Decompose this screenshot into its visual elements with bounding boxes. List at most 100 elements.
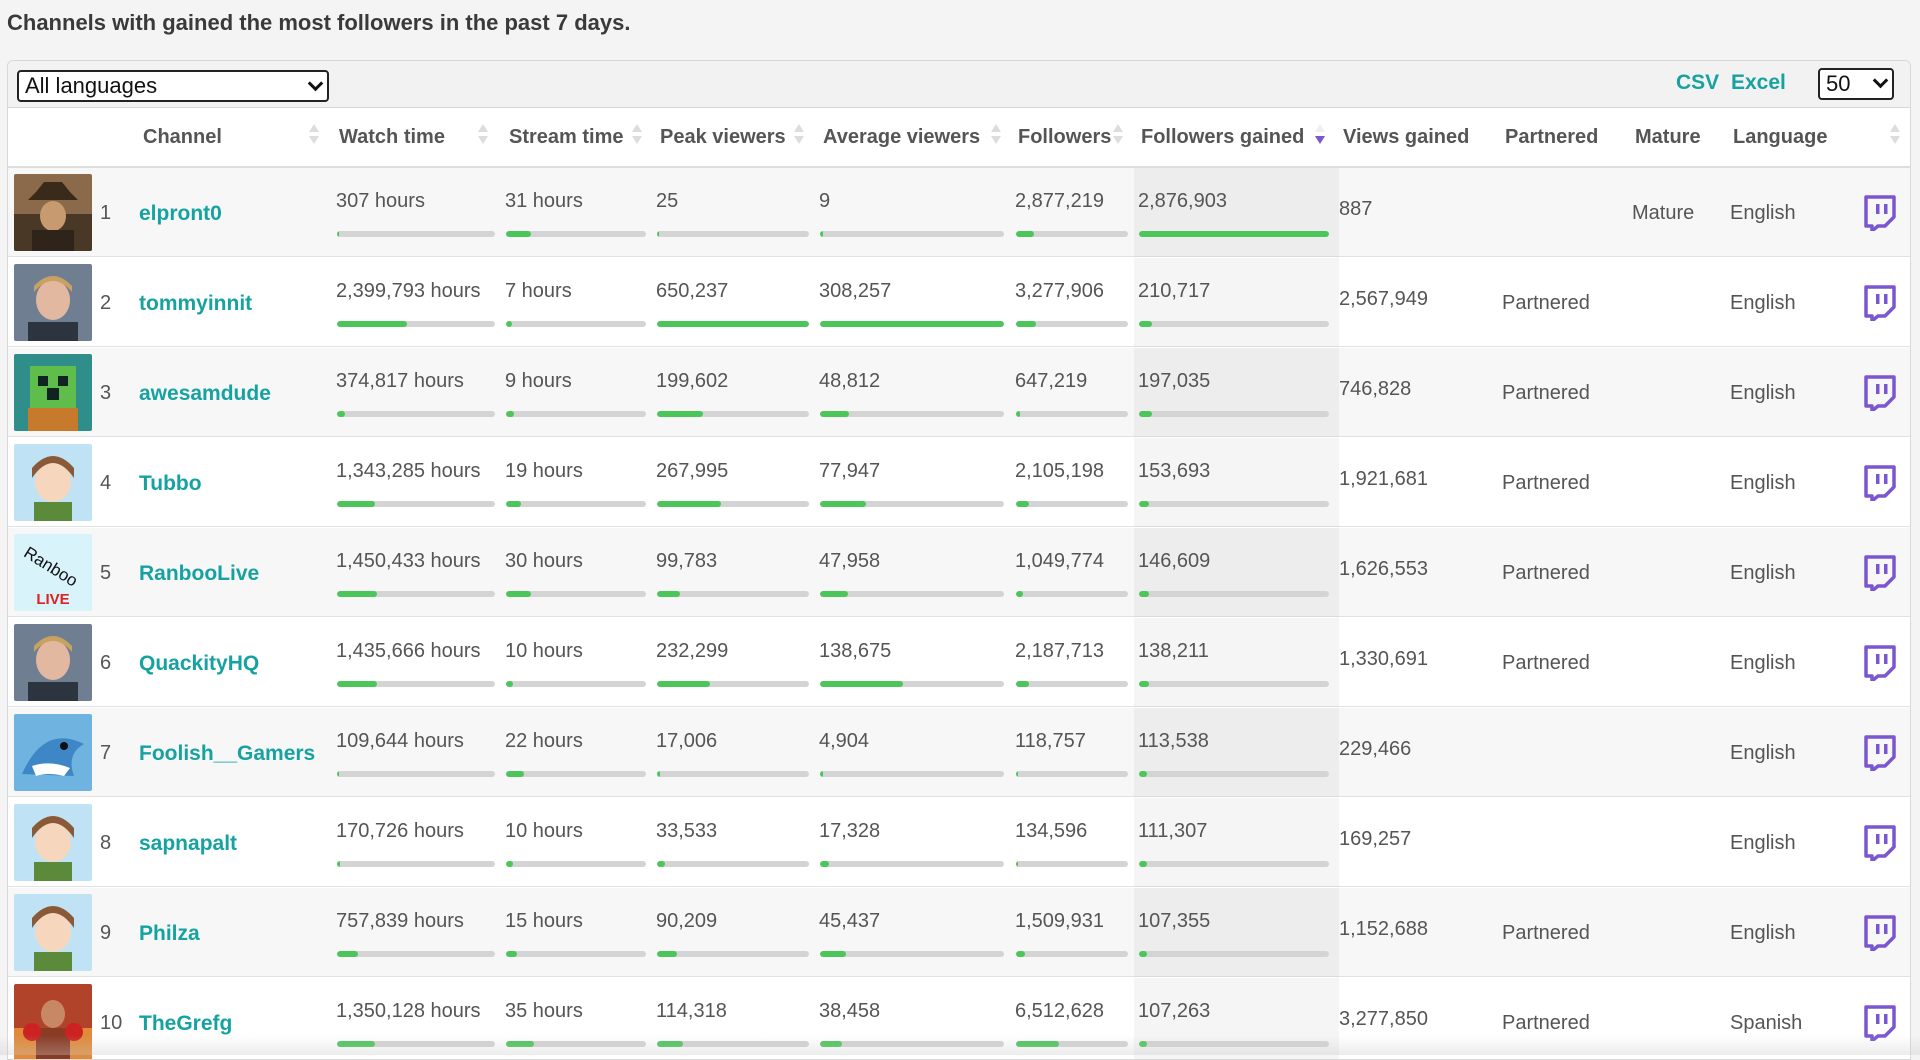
twitch-icon[interactable] [1862,465,1896,503]
language-value: English [1730,742,1796,764]
twitch-icon[interactable] [1862,825,1896,863]
channel-link[interactable]: sapnapalt [139,832,237,856]
peak-viewers-bar [657,231,809,237]
rank-number: 9 [100,922,112,944]
peak-viewers-value: 232,299 [656,640,729,662]
watch-time-bar [337,501,495,507]
sort-icon[interactable] [309,124,319,148]
stream-time-bar [506,501,646,507]
twitch-icon[interactable] [1862,645,1896,683]
person-avatar[interactable] [14,264,92,341]
header-mature[interactable]: Mature [1635,126,1701,149]
sort-icon[interactable] [1113,124,1123,148]
sort-icon[interactable] [991,124,1001,148]
language-select[interactable]: All languages [17,70,329,102]
stream-time-bar [506,861,646,867]
creeper-avatar[interactable] [14,354,92,431]
channel-link[interactable]: awesamdude [139,382,271,406]
csv-export-link[interactable]: CSV [1676,71,1719,95]
average-viewers-bar [820,321,1004,327]
shark-avatar[interactable] [14,714,92,791]
table-row: 2 tommyinnit 2,399,793 hours 7 hours 650,237… [8,258,1910,347]
stream-time-value: 19 hours [505,460,583,482]
watch-time-bar-fill [337,321,407,327]
anime-avatar[interactable] [14,444,92,521]
followers-gained-bar-fill [1139,951,1147,957]
chevron-down-icon [307,75,324,92]
sort-icon[interactable] [1890,124,1900,148]
peak-viewers-bar-fill [657,321,809,327]
average-viewers-bar [820,771,1004,777]
ranboo-logo-avatar[interactable]: Ranboo LIVE [14,534,92,611]
twitch-icon[interactable] [1862,375,1896,413]
header-language[interactable]: Language [1733,126,1827,149]
header-average-viewers[interactable]: Average viewers [823,126,980,149]
peak-viewers-value: 99,783 [656,550,718,572]
average-viewers-bar-fill [820,231,823,237]
stream-time-bar-fill [506,951,518,957]
anime-avatar[interactable] [14,804,92,881]
header-stream-time[interactable]: Stream time [509,126,624,149]
channel-link[interactable]: TheGrefg [139,1012,232,1036]
twitch-icon[interactable] [1862,285,1896,323]
excel-export-link[interactable]: Excel [1731,71,1786,95]
watch-time-bar [337,591,495,597]
peak-viewers-value: 267,995 [656,460,729,482]
partnered-value: Partnered [1502,292,1590,314]
peak-viewers-bar [657,321,809,327]
peak-viewers-value: 650,237 [656,280,729,302]
header-views-gained[interactable]: Views gained [1343,126,1469,149]
person-avatar[interactable] [14,624,92,701]
stream-time-bar [506,771,646,777]
twitch-icon[interactable] [1862,195,1896,233]
sort-descending-icon[interactable] [1315,124,1325,148]
watch-time-bar [337,321,495,327]
peak-viewers-bar-fill [657,681,711,687]
table-row: 3 awesamdude 374,817 hours 9 hours 199,602 48… [8,348,1910,437]
watch-time-value: 170,726 hours [336,820,464,842]
sort-icon[interactable] [478,124,488,148]
average-viewers-value: 77,947 [819,460,881,482]
stream-time-bar-fill [506,591,532,597]
channel-link[interactable]: QuackityHQ [139,652,259,676]
header-partnered[interactable]: Partnered [1505,126,1598,149]
sort-icon[interactable] [632,124,642,148]
average-viewers-value: 4,904 [819,730,870,752]
channel-link[interactable]: elpront0 [139,202,222,226]
channel-link[interactable]: Philza [139,922,200,946]
language-value: English [1730,472,1796,494]
average-viewers-value: 308,257 [819,280,892,302]
language-value: English [1730,562,1796,584]
header-peak-viewers[interactable]: Peak viewers [660,126,786,149]
views-gained-value: 887 [1339,198,1373,220]
followers-bar-fill [1016,321,1037,327]
header-channel[interactable]: Channel [143,126,222,149]
average-viewers-value: 47,958 [819,550,881,572]
watch-time-bar [337,861,495,867]
header-followers-gained[interactable]: Followers gained [1141,126,1304,149]
header-watch-time[interactable]: Watch time [339,126,445,149]
watch-time-bar-fill [337,861,341,867]
average-viewers-value: 138,675 [819,640,892,662]
header-followers[interactable]: Followers [1018,126,1111,149]
peak-viewers-bar [657,681,809,687]
channel-link[interactable]: RanbooLive [139,562,259,586]
page-size-select[interactable]: 50 [1818,68,1894,100]
anime-avatar[interactable] [14,894,92,971]
followers-gained-value: 210,717 [1138,280,1211,302]
channel-link[interactable]: Tubbo [139,472,202,496]
twitch-icon[interactable] [1862,555,1896,593]
followers-gained-value: 197,035 [1138,370,1211,392]
sort-icon[interactable] [794,124,804,148]
stream-time-value: 35 hours [505,1000,583,1022]
twitch-icon[interactable] [1862,735,1896,773]
channel-link[interactable]: tommyinnit [139,292,252,316]
twitch-icon[interactable] [1862,915,1896,953]
followers-bar-fill [1016,681,1030,687]
watch-time-bar-fill [337,681,377,687]
table-row: 4 Tubbo 1,343,285 hours 19 hours 267,995 77,9… [8,438,1910,527]
average-viewers-value: 38,458 [819,1000,881,1022]
cowboy-avatar[interactable] [14,174,92,251]
table-row: 7 Foolish__Gamers 109,644 hours 22 hours 17,… [8,708,1910,797]
channel-link[interactable]: Foolish__Gamers [139,742,315,766]
